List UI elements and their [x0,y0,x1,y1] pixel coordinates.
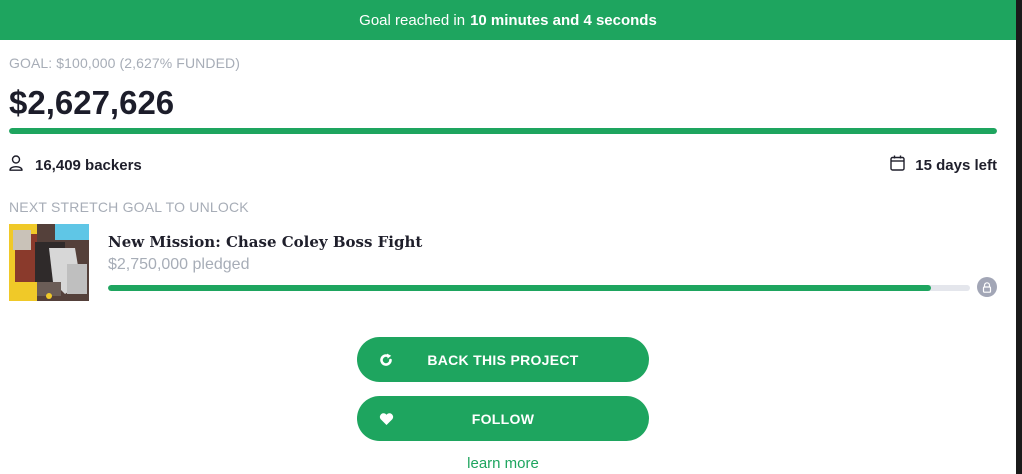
funding-progress-fill [9,128,997,134]
goal-label: GOAL: $100,000 (2,627% FUNDED) [9,55,240,71]
backers-stat: 16,409 backers [9,155,142,176]
follow-button-label: FOLLOW [471,410,535,427]
days-left-stat: 15 days left [890,155,997,176]
backers-count: 16,409 backers [35,157,142,174]
stretch-goal-progress-fill [108,285,932,291]
stats-row: 16,409 backers 15 days left [9,155,997,177]
stretch-goal-pledged: $2,750,000 pledged [108,256,250,273]
stretch-goal-progress-bar [108,285,970,291]
learn-more-link[interactable]: learn more [0,455,1006,472]
user-icon [9,155,23,176]
banner-prefix: Goal reached in [359,11,466,29]
pledged-amount: $2,627,626 [9,84,175,121]
window-edge [1016,0,1022,474]
back-button-label: BACK THIS PROJECT [427,351,579,368]
goal-reached-banner: Goal reached in 10 minutes and 4 seconds [0,0,1016,40]
banner-duration: 10 minutes and 4 seconds [470,11,657,29]
lock-icon [977,277,997,297]
heart-icon [379,412,394,425]
stretch-goal-title: New Mission: Chase Coley Boss Fight [108,233,423,251]
funding-progress-bar [9,128,997,134]
stretch-goal-thumbnail[interactable] [9,224,89,301]
stretch-goal-section-label: NEXT STRETCH GOAL TO UNLOCK [9,199,249,215]
follow-button[interactable]: FOLLOW [357,396,649,441]
refresh-icon [379,353,393,367]
back-this-project-button[interactable]: BACK THIS PROJECT [357,337,649,382]
calendar-icon [890,155,905,176]
days-left: 15 days left [915,157,997,174]
